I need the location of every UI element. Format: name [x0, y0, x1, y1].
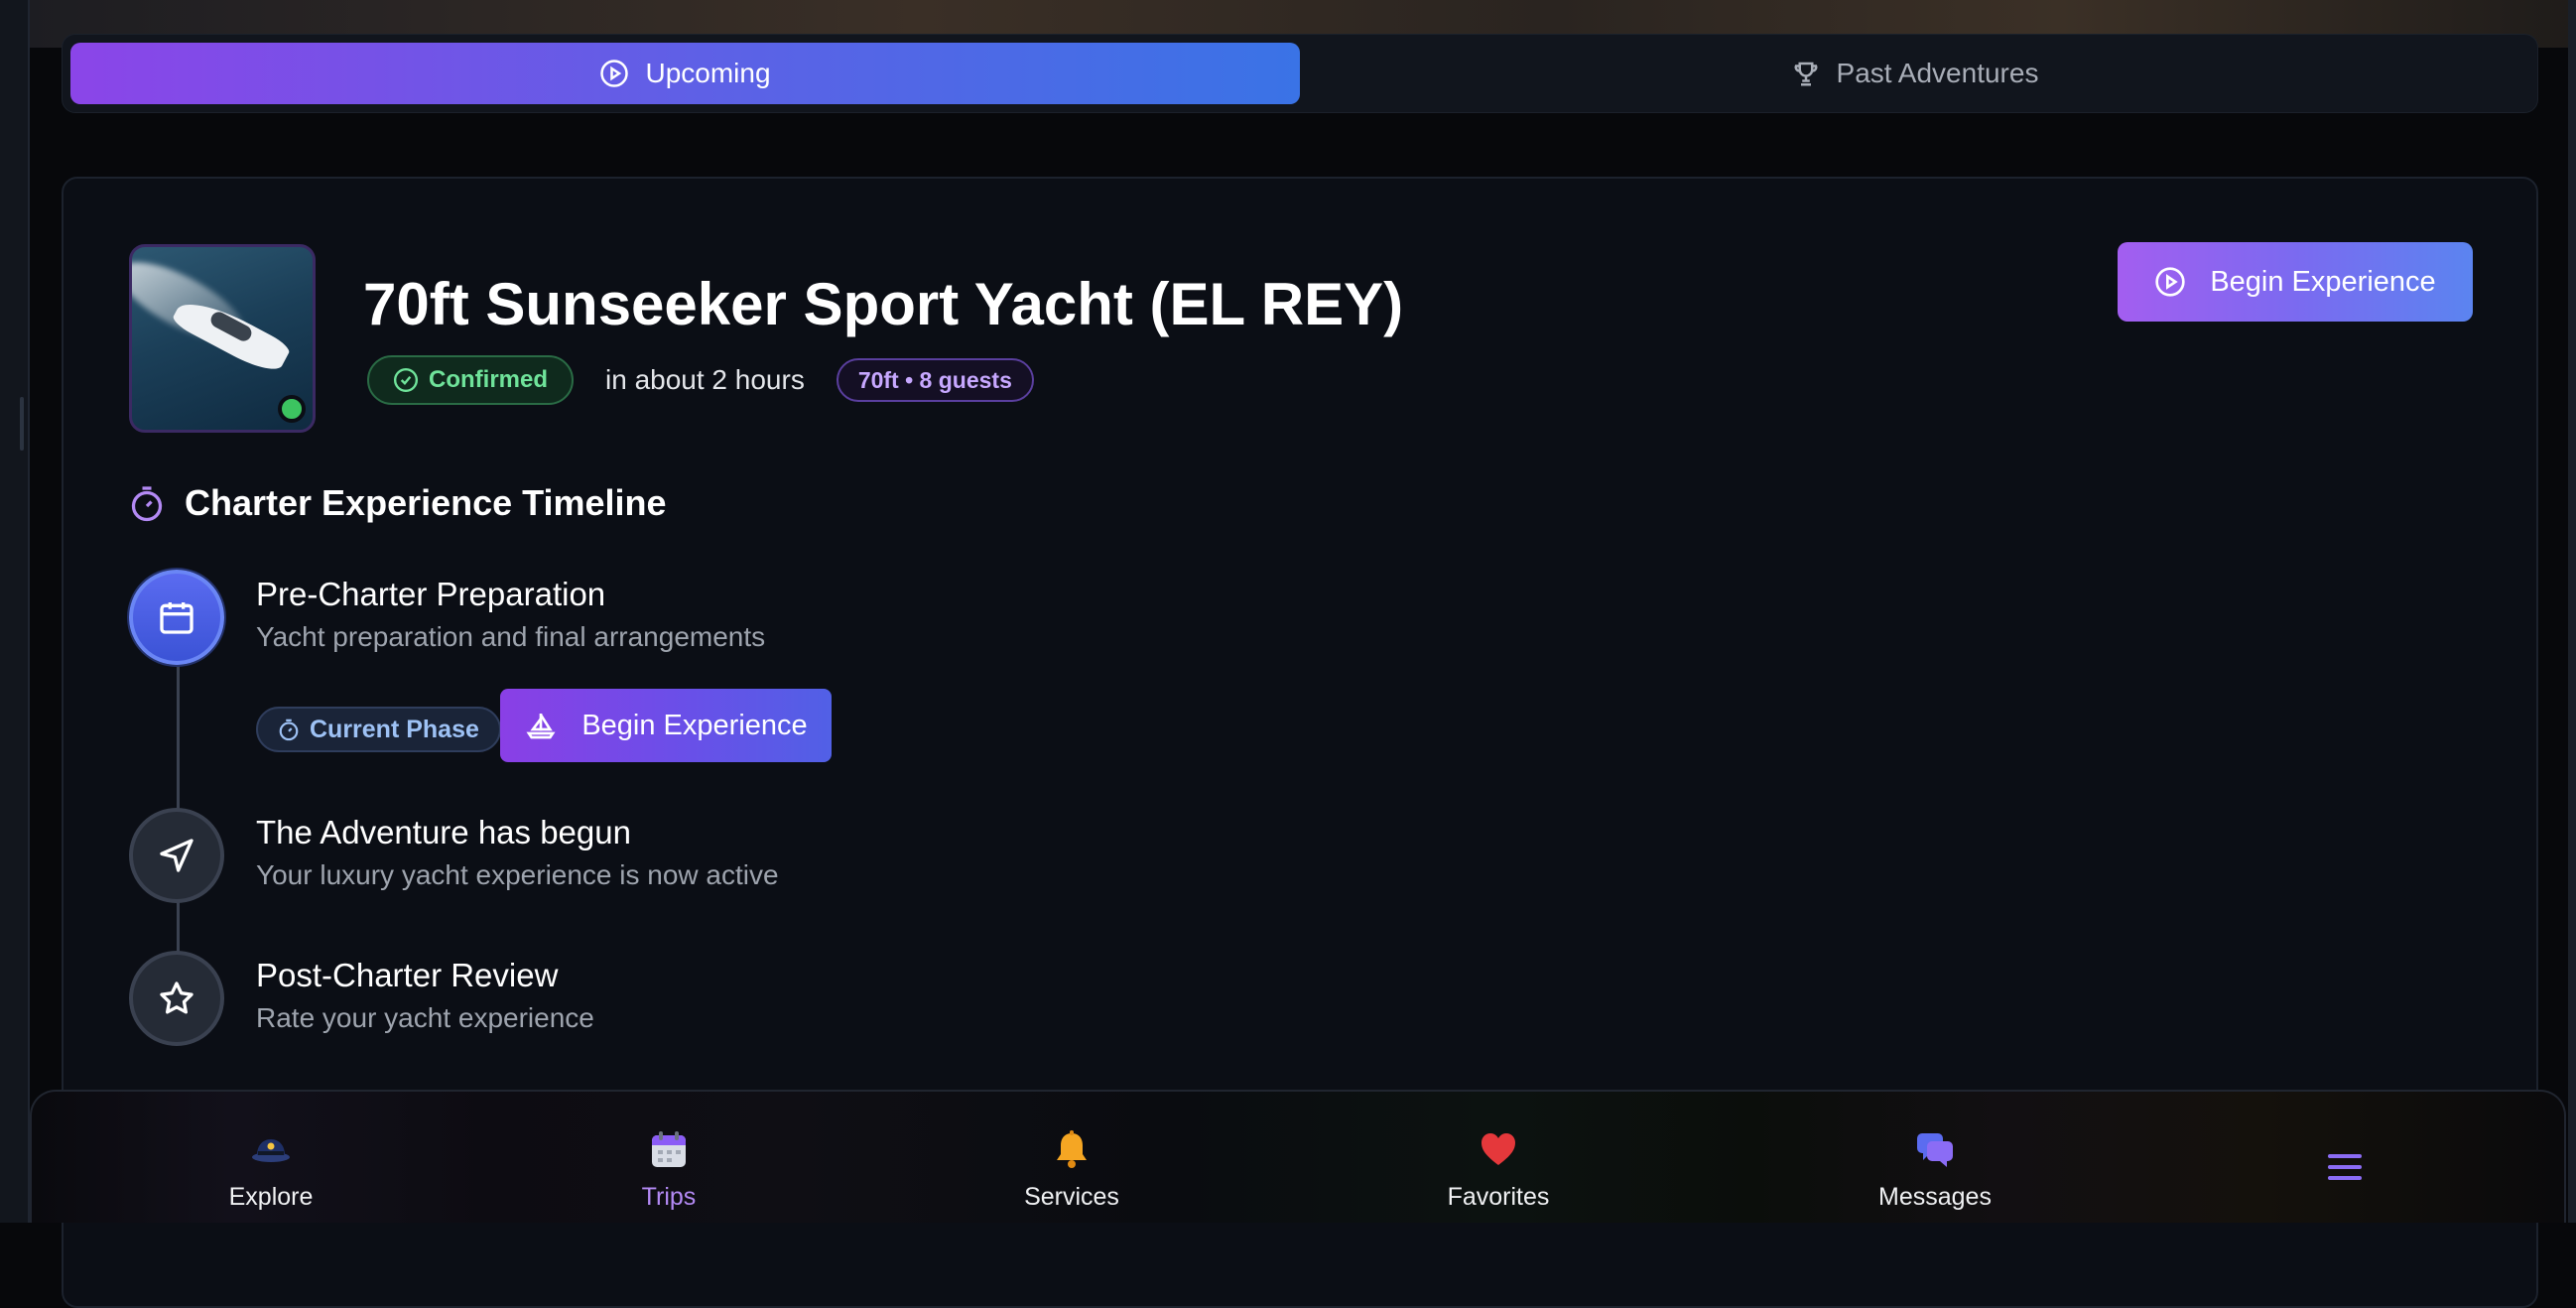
begin-experience-button[interactable]: Begin Experience: [2118, 242, 2473, 322]
nav-services[interactable]: Services: [963, 1092, 1181, 1225]
timeline-step-1-icon: [129, 570, 224, 665]
nav-explore[interactable]: Explore: [162, 1092, 380, 1225]
timeline-step-2-icon: [129, 808, 224, 903]
calendar-icon: [160, 602, 193, 634]
nav-menu[interactable]: [2236, 1092, 2454, 1225]
stopwatch-icon: [131, 486, 163, 522]
nav-trips[interactable]: Trips: [560, 1092, 778, 1225]
departure-time: in about 2 hours: [605, 364, 805, 395]
yacht-title: 70ft Sunseeker Sport Yacht (EL REY): [363, 271, 1404, 337]
right-scrollbar[interactable]: [2568, 0, 2576, 1223]
tab-past-label: Past Adventures: [1836, 58, 2039, 88]
tab-upcoming-label: Upcoming: [645, 58, 771, 88]
sailboat-icon: [526, 714, 556, 739]
trips-tabs: Upcoming Past Adventures: [62, 34, 2538, 113]
timeline-step-1-title: Pre-Charter Preparation: [256, 576, 606, 612]
bottom-navigation: Explore Trips Services Favorites Message…: [30, 1090, 2566, 1223]
navigation-arrow-icon: [160, 839, 193, 872]
bell-icon: [1050, 1127, 1094, 1171]
step-begin-experience-label: Begin Experience: [581, 709, 808, 741]
tab-past-adventures[interactable]: Past Adventures: [1300, 43, 2529, 104]
stopwatch-icon: [279, 719, 299, 741]
begin-experience-label: Begin Experience: [2210, 265, 2436, 298]
nav-favorites-label: Favorites: [1447, 1183, 1550, 1211]
current-phase-label: Current Phase: [310, 715, 479, 743]
nav-messages[interactable]: Messages: [1826, 1092, 2044, 1225]
play-circle-icon: [600, 60, 629, 87]
nav-explore-label: Explore: [228, 1183, 314, 1211]
step-begin-experience-button[interactable]: Begin Experience: [500, 689, 832, 762]
nav-messages-label: Messages: [1878, 1183, 1992, 1211]
booking-meta: Confirmed in about 2 hours 70ft • 8 gues…: [367, 355, 1034, 405]
status-label: Confirmed: [429, 366, 548, 393]
status-badge: Confirmed: [367, 355, 574, 405]
timeline-step-3-title: Post-Charter Review: [256, 957, 559, 993]
calendar-icon: [647, 1127, 691, 1171]
menu-icon: [2323, 1145, 2367, 1189]
yacht-spec-badge: 70ft • 8 guests: [836, 358, 1034, 402]
current-phase-badge: Current Phase: [256, 707, 501, 752]
timeline-heading-text: Charter Experience Timeline: [185, 482, 667, 523]
timeline-step-2-title: The Adventure has begun: [256, 814, 631, 850]
heart-icon: [1477, 1127, 1520, 1171]
check-circle-icon: [393, 367, 419, 393]
rail-handle[interactable]: [20, 397, 24, 451]
tab-upcoming[interactable]: Upcoming: [70, 43, 1300, 104]
play-circle-icon: [2155, 267, 2185, 297]
chat-bubbles-icon: [1913, 1127, 1957, 1171]
timeline-step-3-icon: [129, 951, 224, 1046]
star-icon: [160, 981, 193, 1014]
online-status-dot: [278, 395, 306, 423]
timeline-heading: Charter Experience Timeline: [129, 482, 667, 524]
nav-favorites[interactable]: Favorites: [1389, 1092, 1608, 1225]
nav-services-label: Services: [1024, 1183, 1119, 1211]
nav-trips-label: Trips: [641, 1183, 697, 1211]
timeline-step-2-description: Your luxury yacht experience is now acti…: [256, 859, 779, 890]
left-rail: [0, 0, 30, 1223]
timeline-step-3-description: Rate your yacht experience: [256, 1002, 594, 1033]
trophy-icon: [1794, 62, 1817, 86]
captain-hat-icon: [249, 1127, 293, 1171]
timeline-step-1-description: Yacht preparation and final arrangements: [256, 621, 766, 652]
